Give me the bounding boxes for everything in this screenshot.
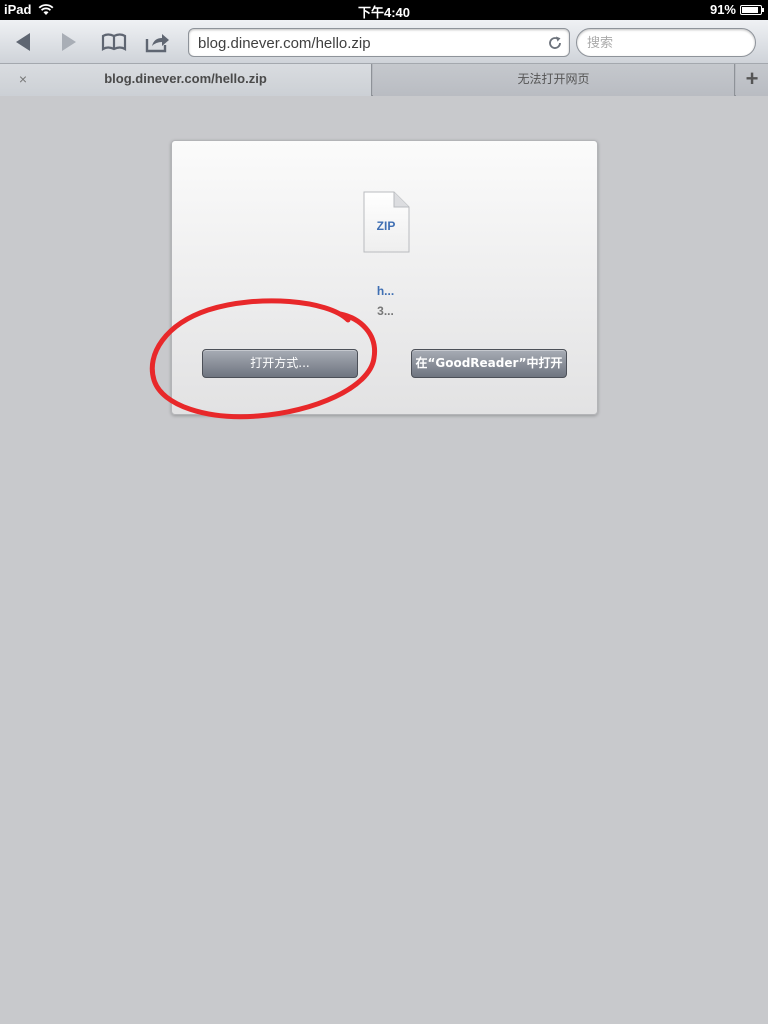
tab-label: blog.dinever.com/hello.zip (104, 71, 267, 86)
file-type-label: ZIP (377, 219, 396, 233)
new-tab-button[interactable]: + (736, 64, 768, 96)
open-in-goodreader-button[interactable]: 在“GoodReader”中打开 (411, 349, 567, 378)
close-tab-icon[interactable]: × (16, 64, 30, 94)
browser-toolbar: blog.dinever.com/hello.zip (0, 20, 768, 64)
tab-bar: × blog.dinever.com/hello.zip 无法打开网页 + (0, 64, 768, 96)
file-name: h... (376, 284, 395, 298)
address-bar[interactable]: blog.dinever.com/hello.zip (188, 28, 570, 57)
search-field[interactable] (576, 28, 756, 57)
url-text: blog.dinever.com/hello.zip (198, 35, 371, 52)
file-size: 3... (377, 304, 394, 318)
tab-label: 无法打开网页 (517, 72, 590, 86)
status-bar: iPad 下午4:40 91% (0, 0, 768, 20)
clock: 下午4:40 (357, 5, 411, 20)
zip-file-icon: ZIP (363, 191, 410, 253)
battery-icon (740, 5, 764, 15)
back-icon[interactable] (10, 28, 38, 56)
share-icon[interactable] (144, 28, 172, 56)
open-with-button[interactable]: 打开方式... (202, 349, 358, 378)
search-input[interactable] (587, 34, 747, 52)
download-card: ZIP h... 3... 打开方式... 在“GoodReader”中打开 (171, 140, 598, 415)
battery-percent: 91% (709, 2, 736, 17)
tab-active[interactable]: × blog.dinever.com/hello.zip (0, 64, 372, 96)
bookmarks-icon[interactable] (100, 28, 128, 56)
forward-icon[interactable] (54, 28, 82, 56)
reload-icon[interactable] (547, 35, 563, 51)
tab-inactive[interactable]: 无法打开网页 (373, 64, 735, 96)
